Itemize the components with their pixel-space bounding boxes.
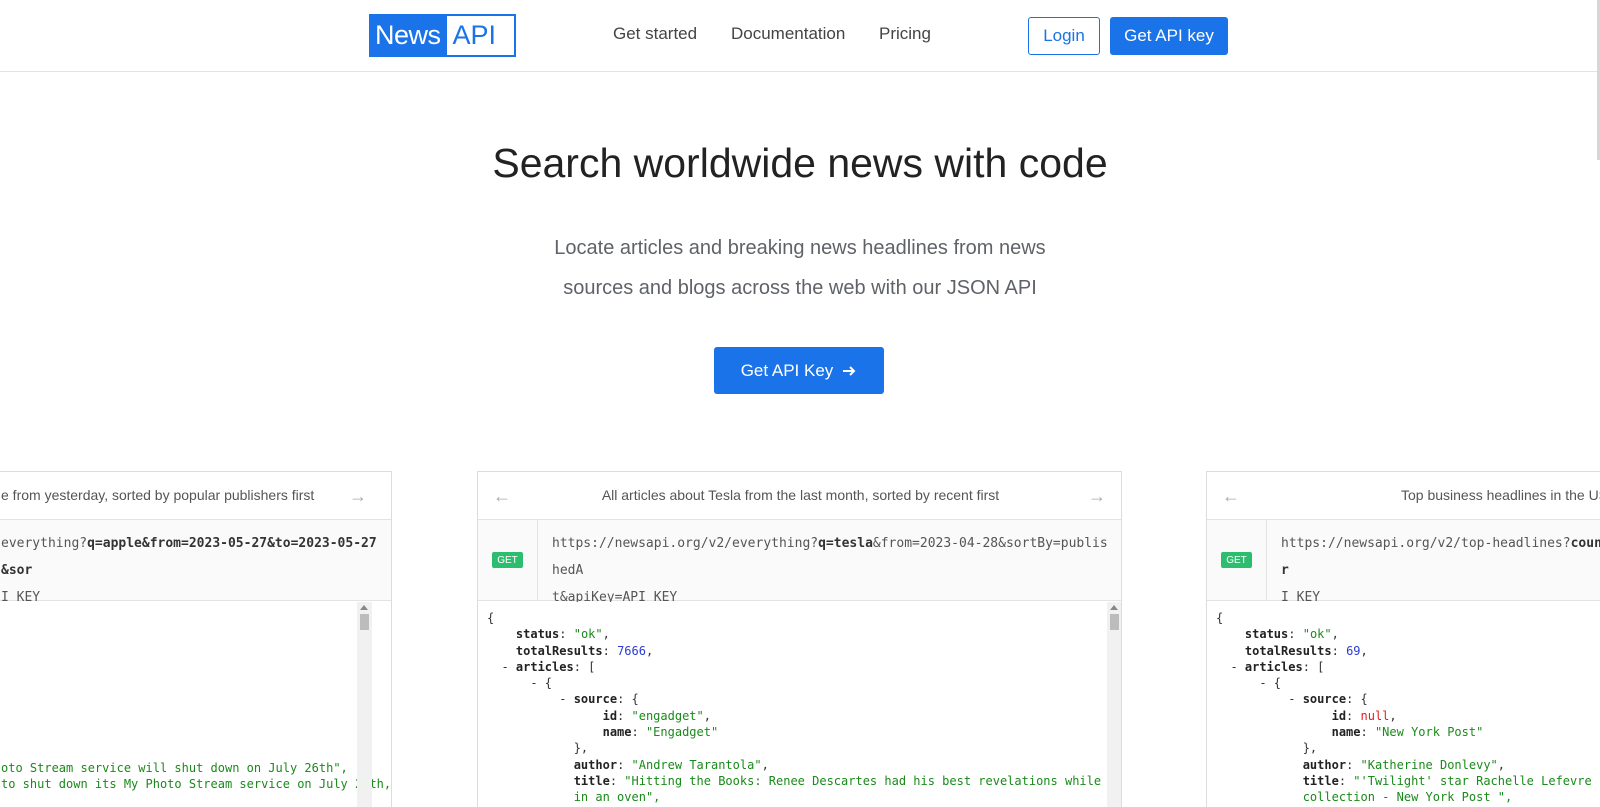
example-card-business: ← Top business headlines in the US GET h… [1206, 471, 1600, 807]
json-response: { status: "ok", totalResults: 7666, - ar… [487, 611, 1122, 805]
nav-get-started[interactable]: Get started [613, 24, 697, 44]
response-fragment-2: to shut down its My Photo Stream service… [1, 777, 392, 791]
scroll-up-icon[interactable] [1110, 605, 1118, 610]
logo-api-text: API [452, 20, 497, 50]
request-url[interactable]: https://newsapi.org/v2/everything?q=tesl… [552, 530, 1112, 611]
nav-documentation[interactable]: Documentation [731, 24, 845, 44]
card-header: e from yesterday, sorted by popular publ… [0, 472, 391, 520]
method-cell: GET [1207, 520, 1267, 600]
request-bar: everything?q=apple&from=2023-05-27&to=20… [0, 520, 391, 605]
newsapi-logo[interactable]: News API [369, 14, 516, 57]
response-body: { status: "ok", totalResults: 7666, - ar… [478, 602, 1121, 807]
method-cell: GET [478, 520, 538, 600]
url-prefix: https://newsapi.org/v2/everything? [552, 536, 819, 551]
url-prefix: https://newsapi.org/v2/top-headlines? [1281, 536, 1571, 551]
scroll-thumb[interactable] [360, 614, 369, 630]
hero-title: Search worldwide news with code [492, 140, 1108, 186]
chevron-right-icon[interactable]: → [1085, 482, 1109, 510]
card-header: ← All articles about Tesla from the last… [478, 472, 1121, 520]
hero-get-api-key-button[interactable]: Get API Key [714, 347, 884, 394]
request-url[interactable]: https://newsapi.org/v2/top-headlines?cou… [1281, 530, 1600, 611]
url-prefix: everything? [1, 536, 88, 551]
login-button[interactable]: Login [1028, 17, 1100, 55]
get-method-badge: GET [492, 552, 523, 568]
request-bar: GET https://newsapi.org/v2/everything?q=… [478, 520, 1121, 605]
scroll-up-icon[interactable] [360, 605, 368, 610]
response-scrollbar[interactable] [357, 602, 372, 807]
nav-pricing[interactable]: Pricing [879, 24, 931, 44]
chevron-right-icon[interactable]: → [346, 482, 370, 510]
request-bar: GET https://newsapi.org/v2/top-headlines… [1207, 520, 1600, 605]
site-header: News API Get started Documentation Prici… [0, 0, 1600, 72]
hero-subtitle-line2: sources and blogs across the web with ou… [563, 277, 1037, 299]
example-card-tesla: ← All articles about Tesla from the last… [477, 471, 1122, 807]
get-method-badge: GET [1221, 552, 1252, 568]
logo-news-text: News [371, 16, 447, 55]
example-card-apple: e from yesterday, sorted by popular publ… [0, 471, 392, 807]
response-scrollbar[interactable] [1107, 602, 1121, 807]
scroll-thumb[interactable] [1110, 614, 1119, 630]
hero-cta-label: Get API Key [740, 360, 834, 380]
chevron-left-icon[interactable]: ← [1219, 482, 1243, 510]
hero-subtitle-line1: Locate articles and breaking news headli… [554, 237, 1046, 259]
response-fragment-1: oto Stream service will shut down on Jul… [1, 761, 348, 775]
response-body: { status: "ok", totalResults: 69, - arti… [1207, 602, 1600, 807]
card-title: Top business headlines in the US [1401, 487, 1600, 503]
request-url[interactable]: everything?q=apple&from=2023-05-27&to=20… [1, 530, 381, 611]
get-api-key-button[interactable]: Get API key [1110, 17, 1228, 55]
url-query: q=tesla [818, 536, 873, 551]
arrow-right-icon [843, 365, 856, 376]
hero-subtitle: Locate articles and breaking news headli… [500, 228, 1100, 308]
card-title: e from yesterday, sorted by popular publ… [1, 487, 315, 503]
json-response: { status: "ok", totalResults: 69, - arti… [1216, 611, 1600, 805]
card-title: All articles about Tesla from the last m… [601, 487, 1000, 503]
response-body: oto Stream service will shut down on Jul… [0, 602, 391, 807]
card-header: ← Top business headlines in the US [1207, 472, 1600, 520]
